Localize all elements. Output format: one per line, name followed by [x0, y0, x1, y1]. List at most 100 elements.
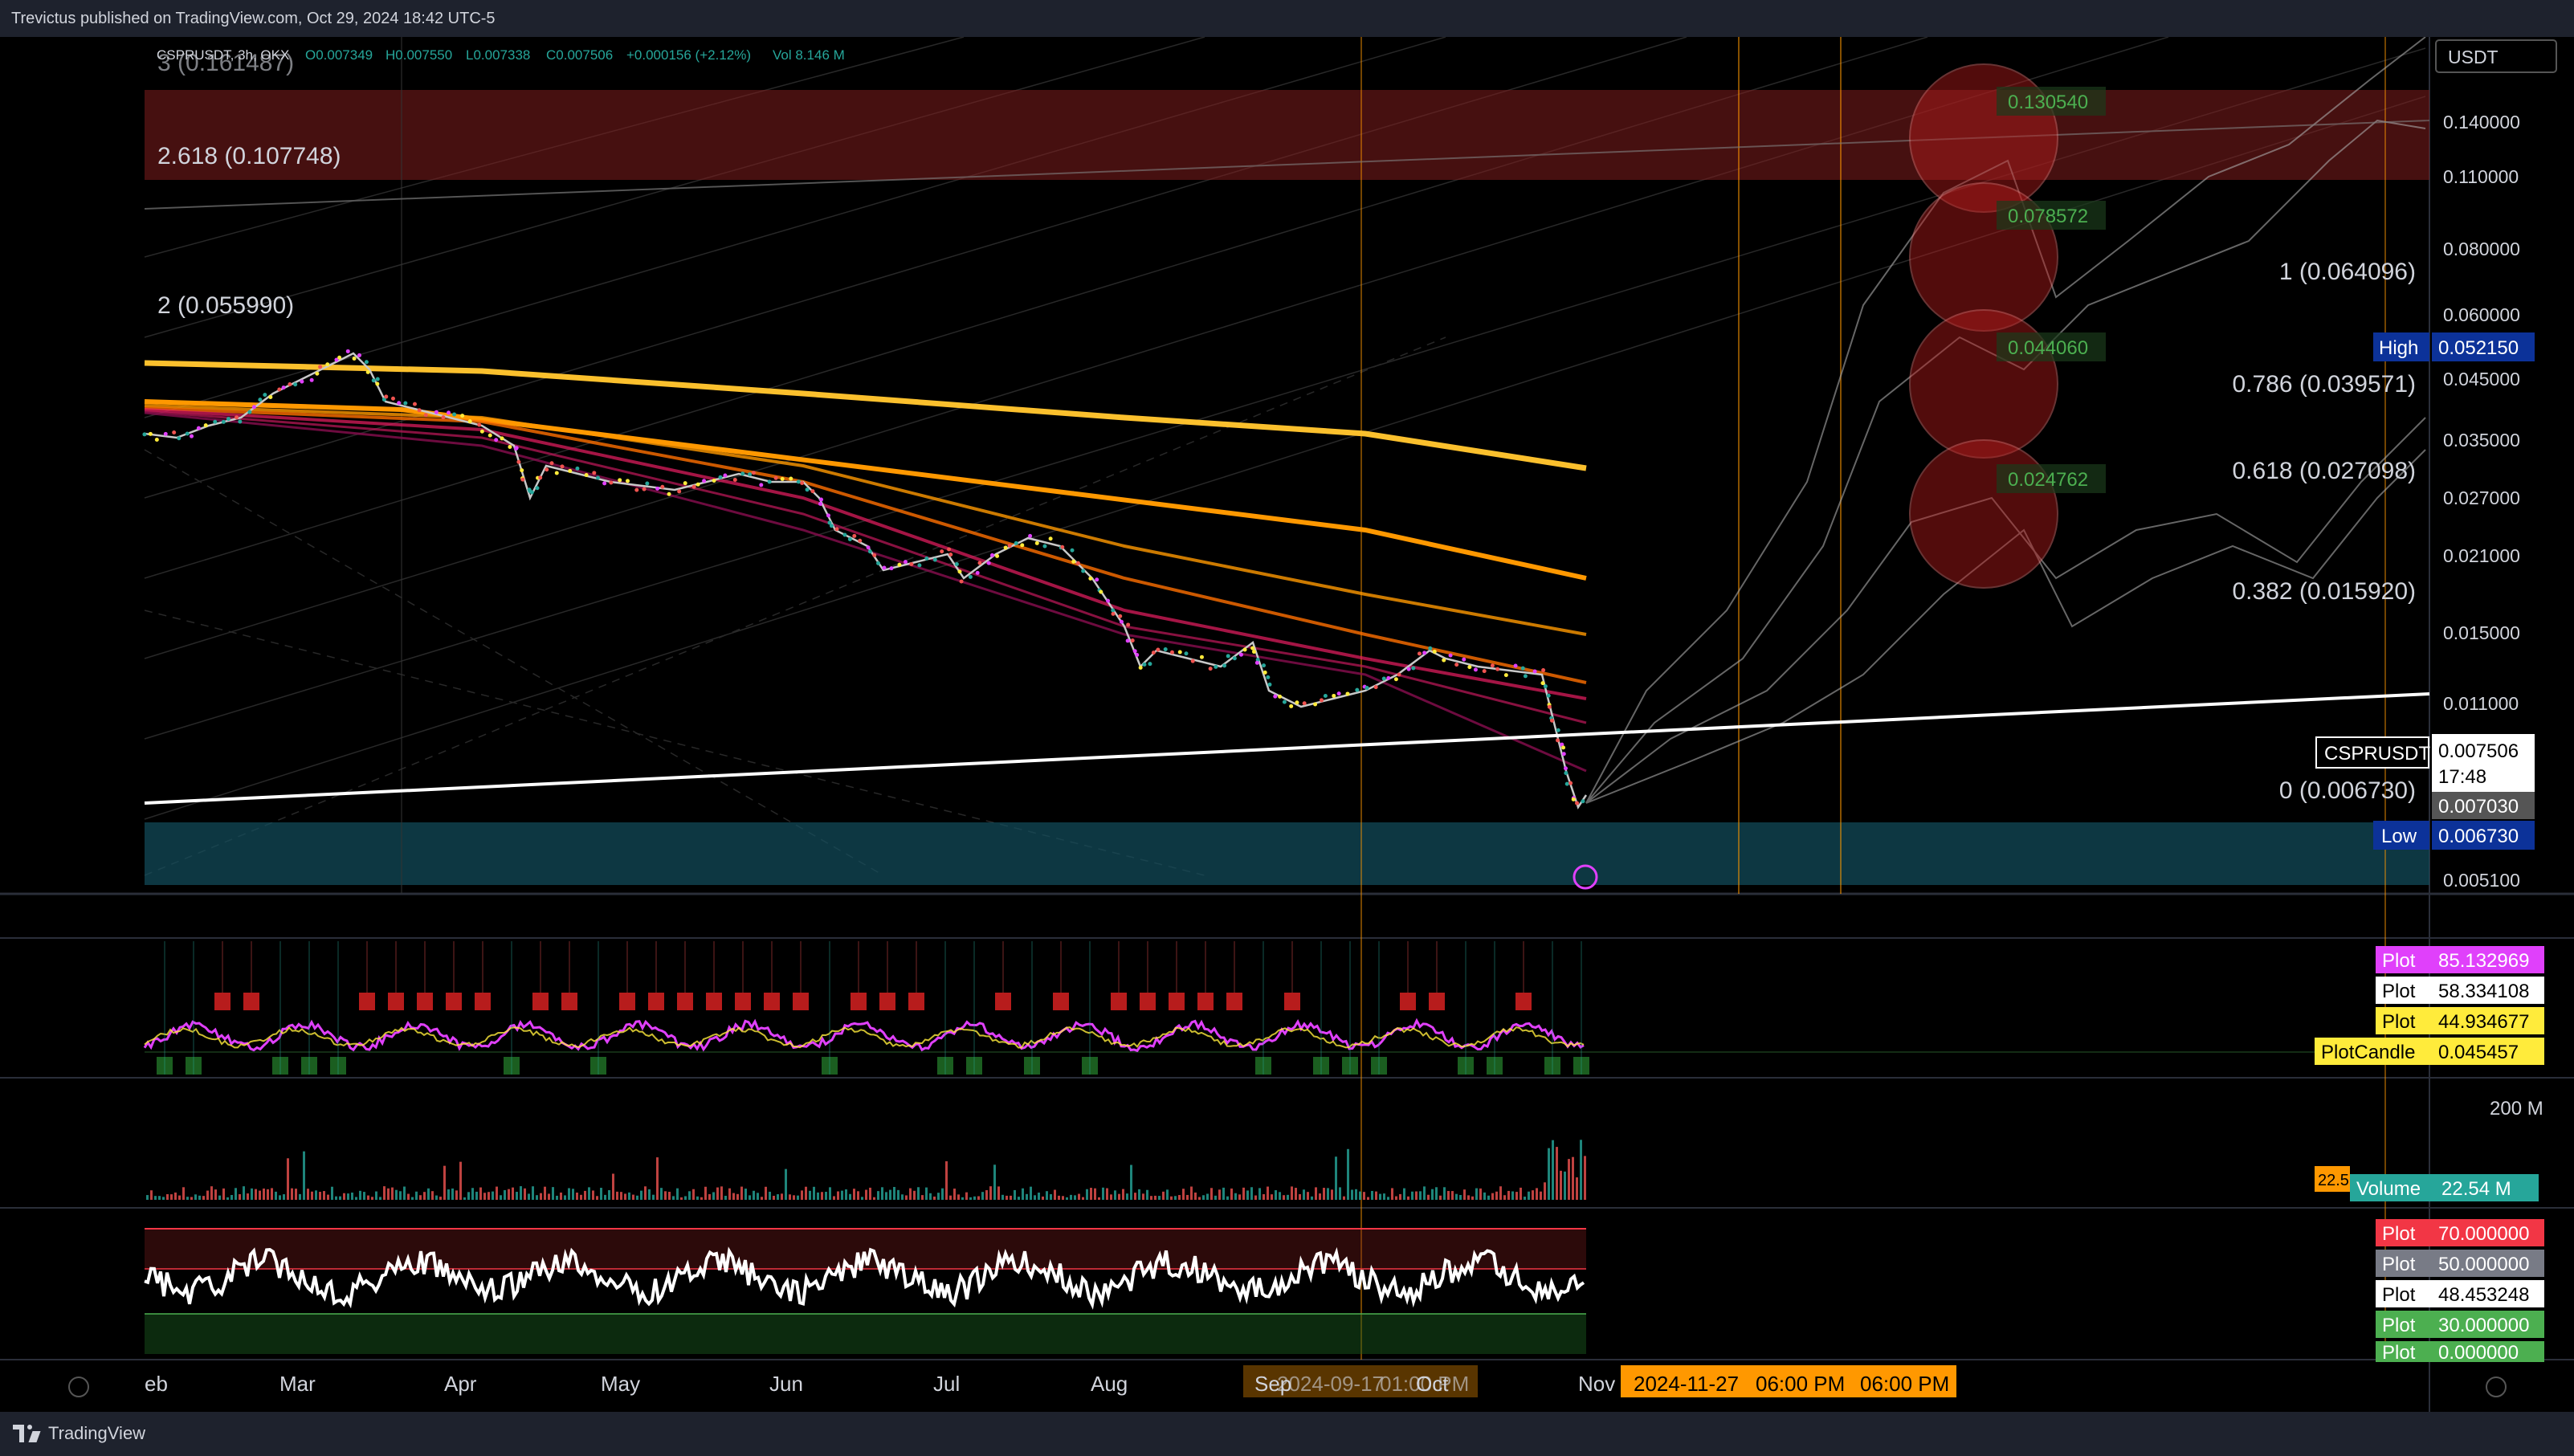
- volume-bar: [283, 1194, 285, 1200]
- candle-dot: [1088, 576, 1093, 581]
- volume-bar: [997, 1186, 1000, 1200]
- candle-dot: [221, 419, 226, 424]
- volume-bar: [877, 1191, 879, 1200]
- candle-dot: [190, 434, 194, 438]
- price-tick-8: 0.015000: [2443, 622, 2520, 643]
- volume-bar: [568, 1188, 570, 1200]
- volume-bar: [1226, 1196, 1229, 1200]
- volume-bar: [981, 1192, 984, 1200]
- price-tick-1: 0.110000: [2443, 166, 2519, 187]
- volume-bar: [1250, 1187, 1253, 1200]
- volume-bar: [1560, 1170, 1562, 1200]
- volume-bar: [592, 1190, 594, 1200]
- svg-text:17:48: 17:48: [2438, 766, 2486, 788]
- volume-bar: [399, 1191, 402, 1200]
- candle-dot: [477, 422, 482, 427]
- candle-dot: [592, 471, 597, 475]
- volume-bar: [1283, 1195, 1285, 1200]
- price-tick-9: 0.011000: [2443, 693, 2519, 714]
- volume-bar: [1154, 1195, 1156, 1200]
- volume-bar: [732, 1193, 735, 1200]
- price-tick-4: 0.045000: [2443, 369, 2520, 389]
- candle-dot: [903, 560, 908, 565]
- sell-marker: [1111, 993, 1127, 1010]
- volume-bar: [178, 1195, 181, 1200]
- price-chart[interactable]: 0.130540 0.078572 0.044060 0.024762 CSPR…: [0, 37, 2574, 1412]
- candle-dot: [309, 377, 314, 382]
- volume-bar: [1174, 1196, 1177, 1200]
- volume-bar: [672, 1196, 675, 1200]
- candle-dot: [872, 553, 877, 557]
- candle-dot: [520, 468, 524, 473]
- volume-bar: [1524, 1197, 1526, 1200]
- volume-bar: [785, 1168, 787, 1200]
- volume-bar: [1238, 1194, 1241, 1200]
- candle-dot: [959, 579, 964, 584]
- candle-dot: [1546, 693, 1551, 698]
- volume-bar: [1058, 1195, 1060, 1200]
- candle-dot: [932, 557, 937, 562]
- volume-bar: [845, 1189, 847, 1200]
- volume-bar: [1254, 1195, 1257, 1200]
- candle-dot: [371, 378, 376, 383]
- volume-bar: [1403, 1188, 1405, 1200]
- volume-bar: [917, 1187, 920, 1200]
- volume-bar: [1355, 1189, 1357, 1200]
- candle-dot: [1406, 667, 1411, 671]
- ohlc-change: +0.000156 (+2.12%): [626, 47, 751, 63]
- volume-bar: [789, 1194, 791, 1200]
- candle-dot: [1099, 589, 1103, 594]
- volume-bar: [443, 1165, 446, 1200]
- time-tick-3: May: [601, 1372, 640, 1396]
- volume-bar: [311, 1191, 313, 1200]
- candle-dot: [1071, 559, 1076, 564]
- candle-dot: [148, 431, 153, 436]
- candle-dot: [954, 561, 959, 566]
- volume-bar: [1054, 1189, 1056, 1200]
- volume-bar: [556, 1195, 558, 1200]
- candle-dot: [568, 468, 573, 473]
- fib-label-2: 2 (0.055990): [157, 292, 294, 319]
- volume-bar: [1507, 1190, 1510, 1200]
- low-zone: [145, 822, 2429, 885]
- volume-bar: [1467, 1195, 1470, 1200]
- volume-bar: [712, 1192, 715, 1200]
- sell-marker: [561, 993, 577, 1010]
- tradingview-logo[interactable]: TradingView: [13, 1423, 145, 1444]
- candle-dot: [677, 489, 682, 494]
- volume-bar: [1572, 1156, 1574, 1200]
- candle-dot: [584, 473, 589, 478]
- volume-bar: [769, 1191, 771, 1200]
- volume-bar: [993, 1164, 996, 1200]
- volume-bar: [1122, 1189, 1124, 1200]
- volume-bar: [825, 1192, 827, 1200]
- volume-bar: [1062, 1196, 1064, 1200]
- candle-dot: [712, 478, 716, 483]
- volume-bar: [1046, 1191, 1048, 1200]
- volume-bar: [1439, 1195, 1442, 1200]
- candle-dot: [947, 547, 952, 552]
- volume-bar: [1387, 1197, 1389, 1200]
- candle-dot: [1007, 543, 1012, 548]
- volume-bar: [692, 1189, 695, 1200]
- volume-bar: [1287, 1194, 1289, 1200]
- volume-bar: [596, 1196, 598, 1200]
- candle-dot: [702, 479, 707, 483]
- volume-bar: [652, 1194, 655, 1200]
- main-pane[interactable]: [0, 37, 2574, 1412]
- volume-bar: [925, 1187, 928, 1200]
- volume-bar: [1327, 1188, 1329, 1200]
- volume-bar: [1540, 1191, 1542, 1200]
- candle-dot: [1482, 669, 1487, 674]
- volume-bar: [483, 1193, 486, 1200]
- volume-bar: [367, 1195, 369, 1200]
- candle-dot: [300, 379, 304, 384]
- volume-bar: [459, 1161, 462, 1200]
- volume-bar: [1415, 1191, 1418, 1200]
- volume-bar: [544, 1186, 546, 1200]
- sell-marker: [1053, 993, 1069, 1010]
- candle-dot: [1547, 704, 1552, 709]
- candle-dot: [1549, 718, 1554, 723]
- volume-bar: [387, 1188, 390, 1200]
- sell-marker: [532, 993, 549, 1010]
